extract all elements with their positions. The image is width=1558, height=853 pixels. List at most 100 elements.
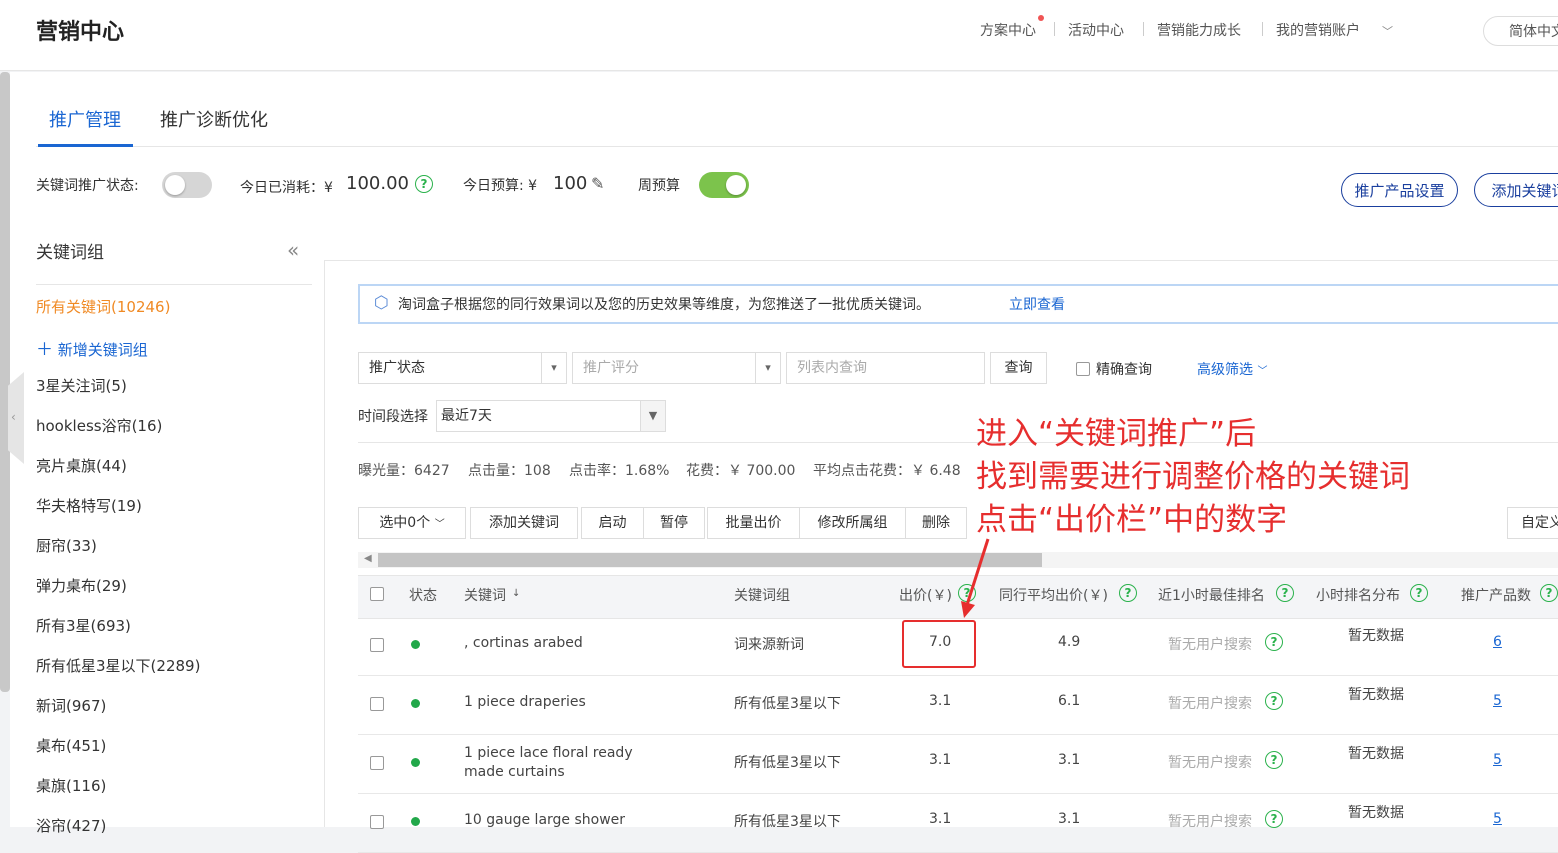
add-keyword-action[interactable]: 添加关键词 <box>470 507 578 539</box>
scroll-left-icon[interactable]: ◀ <box>364 553 372 564</box>
status-dot <box>411 699 420 708</box>
customize-button[interactable]: 自定义 <box>1507 507 1558 539</box>
promotion-score-select[interactable]: 推广评分 ▾ <box>572 352 781 384</box>
sidebar-group-item[interactable]: 桌布(451) <box>36 735 106 756</box>
sidebar-group-item[interactable]: 厨帘(33) <box>36 535 97 556</box>
bid-value[interactable]: 3.1 <box>929 811 951 827</box>
product-settings-button[interactable]: 推广产品设置 <box>1341 173 1458 207</box>
help-icon[interactable]: ? <box>1265 633 1283 651</box>
app-title: 营销中心 <box>36 20 125 45</box>
tab-promotion-diagnosis[interactable]: 推广诊断优化 <box>160 106 268 132</box>
sidebar-group-item[interactable]: 亮片桌旗(44) <box>36 455 127 476</box>
bid-value[interactable]: 3.1 <box>929 752 951 768</box>
spent-label: 今日已消耗：¥ <box>240 180 333 196</box>
status-dot <box>411 758 420 767</box>
sidebar-collapse-handle[interactable]: ‹ <box>8 372 24 464</box>
peer-bid-cell: 4.9 <box>1058 634 1081 650</box>
batch-bid-button[interactable]: 批量出价 <box>707 507 800 539</box>
rank-distribution-cell: 暂无数据 <box>1348 746 1404 762</box>
help-icon[interactable]: ? <box>415 175 433 193</box>
keyword-group-cell: 词来源新词 <box>734 637 804 653</box>
select-all-checkbox[interactable] <box>370 587 384 601</box>
promotion-status-select[interactable]: 推广状态 ▾ <box>358 352 567 384</box>
sidebar-group-item[interactable]: hookless浴帘(16) <box>36 415 162 436</box>
help-icon[interactable]: ? <box>1265 751 1283 769</box>
keyword-cell: , cortinas arabed <box>464 635 583 651</box>
tab-promotion-management[interactable]: 推广管理 <box>49 106 121 132</box>
nav-solution-center[interactable]: 方案中心 <box>980 20 1036 40</box>
product-count-link[interactable]: 5 <box>1493 752 1502 768</box>
help-icon[interactable]: ? <box>1540 584 1558 602</box>
keyword-group-cell: 所有低星3星以下 <box>734 755 841 771</box>
notification-dot <box>1038 15 1044 21</box>
nav-activity-center[interactable]: 活动中心 <box>1068 20 1124 40</box>
best-rank-cell: 暂无用户搜索 <box>1168 637 1252 653</box>
product-count-link[interactable]: 5 <box>1493 811 1502 827</box>
row-checkbox[interactable] <box>370 638 384 652</box>
exact-query-checkbox[interactable] <box>1076 362 1090 376</box>
add-group-link[interactable]: ＋ 新增关键词组 <box>36 335 148 360</box>
help-icon[interactable]: ? <box>1119 584 1137 602</box>
nav-marketing-account[interactable]: 我的营销账户 <box>1276 20 1360 40</box>
th-keyword[interactable]: 关键词 <box>464 585 506 605</box>
th-keyword-group: 关键词组 <box>734 588 790 604</box>
edit-icon[interactable]: ✎ <box>591 174 604 193</box>
stat-impressions: 曝光量：6427 <box>358 463 450 479</box>
best-rank-cell: 暂无用户搜索 <box>1168 696 1252 712</box>
sidebar-group-item[interactable]: 桌旗(116) <box>36 775 106 796</box>
nav-capability-growth[interactable]: 营销能力成长 <box>1157 20 1241 40</box>
query-button[interactable]: 查询 <box>990 352 1047 384</box>
peer-bid-cell: 6.1 <box>1058 693 1081 709</box>
keyword-group-title: 关键词组 <box>36 243 104 263</box>
annotation-line-1: 进入“关键词推广”后 <box>976 416 1257 452</box>
sort-icon[interactable]: ↓ <box>512 588 520 599</box>
sidebar-group-item[interactable]: 弹力桌布(29) <box>36 575 127 596</box>
collapse-icon[interactable]: « <box>287 238 299 262</box>
caret-down-icon: ▼ <box>640 401 665 431</box>
start-button[interactable]: 启动 <box>581 507 644 539</box>
keyword-status-toggle[interactable] <box>162 172 212 198</box>
sidebar-group-item[interactable]: 所有低星3星以下(2289) <box>36 655 200 676</box>
sidebar-group-item[interactable]: 浴帘(427) <box>36 815 106 836</box>
page-scrollbar[interactable] <box>0 72 10 692</box>
rank-distribution-cell: 暂无数据 <box>1348 805 1404 821</box>
list-search-input[interactable]: 列表内查询 <box>786 352 985 384</box>
chevron-down-icon: ﹀ <box>434 519 445 530</box>
pause-button[interactable]: 暂停 <box>643 507 705 539</box>
keyword-cell: 1 piece lace floral ready made curtains <box>464 745 633 780</box>
selected-count-dropdown[interactable]: 选中0个 ﹀ <box>358 507 466 539</box>
view-now-link[interactable]: 立即查看 <box>1009 294 1065 314</box>
th-best-rank: 近1小时最佳排名 <box>1158 588 1265 604</box>
help-icon[interactable]: ? <box>1265 692 1283 710</box>
table-hscroll-thumb[interactable] <box>378 553 1042 567</box>
rank-distribution-cell: 暂无数据 <box>1348 687 1404 703</box>
keyword-status-label: 关键词推广状态: <box>36 178 139 194</box>
sidebar-group-item[interactable]: 3星关注词(5) <box>36 375 127 396</box>
weekly-budget-toggle[interactable] <box>699 172 749 198</box>
bid-value[interactable]: 3.1 <box>929 693 951 709</box>
product-count-link[interactable]: 5 <box>1493 693 1502 709</box>
sidebar-item-all[interactable]: 所有关键词(10246) <box>36 296 170 317</box>
row-checkbox[interactable] <box>370 756 384 770</box>
row-checkbox[interactable] <box>370 697 384 711</box>
stat-avg-cpc: 平均点击花费：￥ 6.48 <box>813 463 961 479</box>
help-icon[interactable]: ? <box>1276 584 1294 602</box>
sidebar-group-item[interactable]: 华夫格特写(19) <box>36 495 142 516</box>
time-range-select[interactable]: 最近7天 ▼ <box>436 400 666 432</box>
product-count-link[interactable]: 6 <box>1493 634 1502 650</box>
sidebar-group-item[interactable]: 所有3星(693) <box>36 615 131 636</box>
chevron-down-icon[interactable]: ﹀ <box>1382 23 1393 39</box>
chevron-down-icon: ▾ <box>541 353 566 383</box>
best-rank-cell: 暂无用户搜索 <box>1168 814 1252 830</box>
chevron-down-icon: ▾ <box>755 353 780 383</box>
advanced-filter-link[interactable]: 高级筛选 ﹀ <box>1197 359 1267 379</box>
sidebar-group-item[interactable]: 新词(967) <box>36 695 106 716</box>
rank-distribution-cell: 暂无数据 <box>1348 628 1404 644</box>
help-icon[interactable]: ? <box>1410 584 1428 602</box>
help-icon[interactable]: ? <box>1265 810 1283 828</box>
add-keyword-button[interactable]: 添加关键词 <box>1474 173 1558 207</box>
peer-bid-cell: 3.1 <box>1058 752 1081 768</box>
keyword-cell: 10 gauge large shower <box>464 812 626 828</box>
language-switch[interactable]: 简体中文 <box>1483 16 1558 46</box>
change-group-button[interactable]: 修改所属组 <box>799 507 906 539</box>
